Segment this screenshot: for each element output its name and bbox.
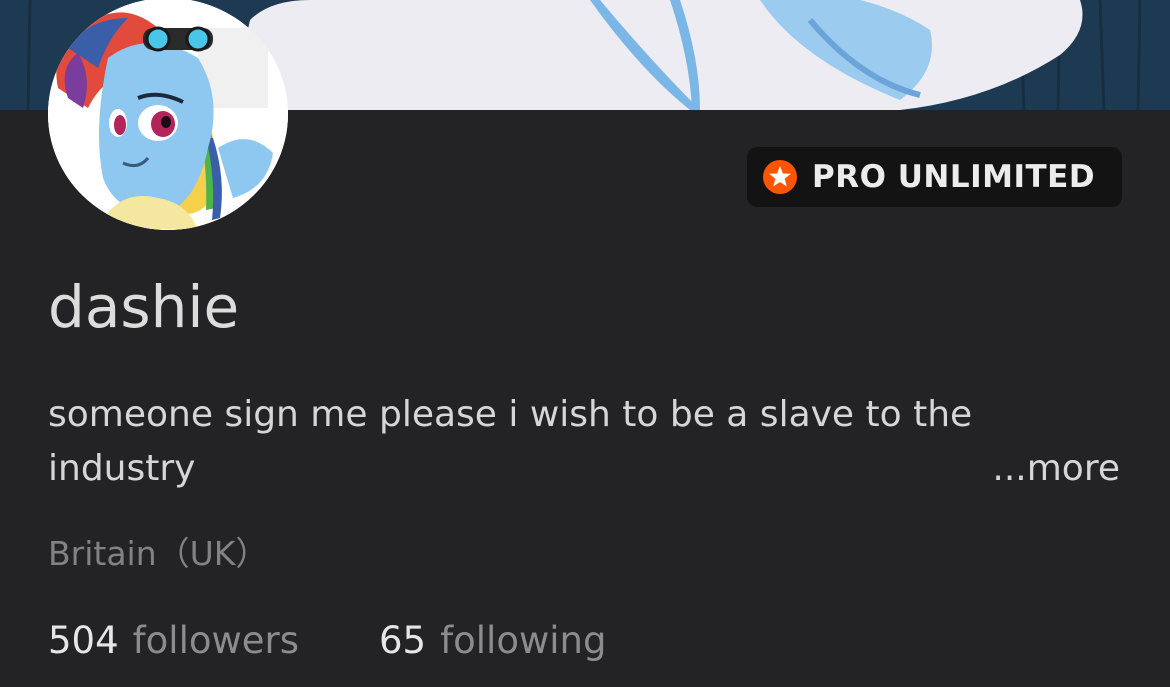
following-count: 65 — [379, 618, 427, 662]
username: dashie — [48, 273, 240, 341]
star-icon — [763, 160, 797, 194]
followers-label: followers — [132, 618, 299, 662]
location: Britain（UK） — [48, 534, 269, 573]
bio-text: someone sign me please i wish to be a sl… — [48, 388, 1108, 496]
followers-stat[interactable]: 504 followers — [48, 619, 299, 662]
profile-stats: 504 followers 65 following — [48, 614, 606, 666]
avatar-image — [48, 0, 288, 230]
pro-unlimited-badge[interactable]: PRO UNLIMITED — [747, 147, 1122, 207]
followers-count: 504 — [48, 618, 119, 662]
bio-line-1: someone sign me please i wish to be a sl… — [48, 394, 973, 435]
following-stat[interactable]: 65 following — [379, 619, 606, 662]
avatar[interactable] — [48, 0, 288, 230]
bio-line-2: industry — [48, 448, 196, 489]
more-link[interactable]: ...more — [992, 442, 1120, 496]
following-label: following — [440, 618, 607, 662]
pro-badge-label: PRO UNLIMITED — [812, 159, 1096, 195]
